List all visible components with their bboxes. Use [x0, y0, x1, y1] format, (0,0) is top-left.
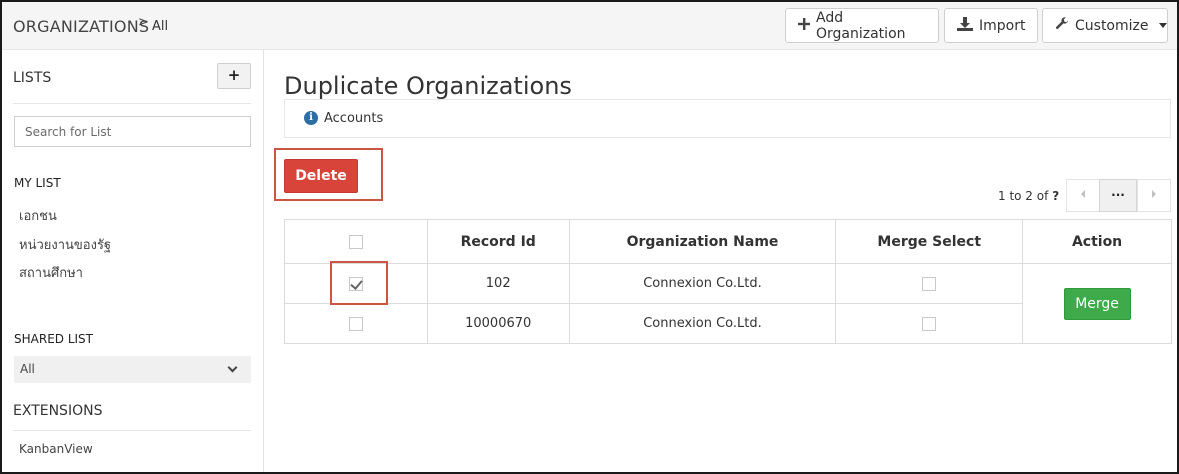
column-header-merge-select: Merge Select — [835, 219, 1024, 264]
column-header-action: Action — [1022, 219, 1172, 264]
delete-button[interactable]: Delete — [284, 159, 358, 193]
merge-button[interactable]: Merge — [1063, 287, 1131, 320]
caret-down-icon — [1158, 23, 1167, 28]
record-id-cell: 102 — [426, 263, 570, 304]
customize-button[interactable]: Customize — [1042, 8, 1168, 43]
duplicates-table: Record Id Organization Name Merge Select… — [284, 219, 1172, 344]
column-header-organization-name[interactable]: Organization Name — [568, 219, 837, 264]
lists-heading: LISTS — [13, 70, 52, 86]
my-list-item[interactable]: สถานศึกษา — [19, 262, 83, 283]
info-bar: i Accounts — [284, 99, 1171, 138]
add-list-button[interactable]: + — [217, 63, 251, 89]
breadcrumb-view: All — [152, 19, 169, 34]
pagination-info: 1 to 2 of ? — [998, 189, 1059, 203]
sidebar: LISTS + MY LIST เอกชน หน่วยงานของรัฐ สถา… — [2, 50, 264, 472]
add-organization-label: Add Organization — [816, 9, 906, 42]
previous-page-button[interactable] — [1066, 179, 1100, 212]
add-organization-button[interactable]: Add Organization — [785, 8, 939, 43]
pagination-of: of — [1036, 189, 1049, 203]
import-label: Import — [979, 17, 1026, 34]
search-list-input[interactable] — [14, 116, 251, 147]
shared-list-heading: SHARED LIST — [14, 332, 93, 346]
chevron-right-icon — [1152, 190, 1156, 198]
table-header-row: Record Id Organization Name Merge Select… — [284, 219, 1172, 264]
download-icon — [957, 16, 973, 35]
merge-select-cell — [835, 263, 1024, 304]
my-list-heading: MY LIST — [14, 176, 61, 190]
select-all-cell — [284, 219, 428, 264]
page-title: Duplicate Organizations — [284, 72, 572, 100]
merge-select-cell — [835, 303, 1024, 344]
breadcrumb-module[interactable]: ORGANIZATIONS — [13, 17, 149, 36]
highlight-box-checkbox — [330, 261, 388, 305]
breadcrumb-separator: > — [138, 15, 149, 30]
column-header-record-id[interactable]: Record Id — [426, 219, 570, 264]
info-icon: i — [304, 111, 318, 125]
app-window: ORGANIZATIONS > All Add Organization Imp… — [0, 0, 1179, 474]
merge-select-checkbox[interactable] — [922, 316, 937, 331]
divider — [13, 430, 251, 431]
organization-name-cell: Connexion Co.Ltd. — [568, 303, 837, 344]
table-row: 102 Connexion Co.Ltd. Merge — [284, 263, 1172, 344]
row-checkbox[interactable] — [348, 316, 363, 331]
merge-select-checkbox[interactable] — [922, 276, 937, 291]
page-jump-button[interactable]: ··· — [1099, 179, 1137, 212]
divider — [13, 103, 251, 104]
action-cell: Merge — [1022, 263, 1172, 344]
pagination-range: 1 to 2 — [998, 189, 1033, 203]
customize-label: Customize — [1075, 17, 1149, 34]
info-label: Accounts — [324, 111, 384, 126]
row-select-cell — [284, 303, 428, 344]
select-all-checkbox[interactable] — [348, 234, 363, 249]
pagination-total[interactable]: ? — [1052, 189, 1059, 203]
my-list-item[interactable]: หน่วยงานของรัฐ — [19, 234, 111, 255]
extensions-heading: EXTENSIONS — [13, 403, 103, 419]
record-id-cell: 10000670 — [426, 303, 570, 344]
organization-name-cell: Connexion Co.Ltd. — [568, 263, 837, 304]
chevron-down-icon — [227, 362, 238, 373]
my-list-item[interactable]: เอกชน — [19, 205, 57, 226]
shared-list-select[interactable]: All — [14, 356, 251, 383]
shared-list-value: All — [20, 362, 35, 376]
next-page-button[interactable] — [1137, 179, 1171, 212]
extension-item-kanbanview[interactable]: KanbanView — [19, 442, 93, 456]
wrench-icon — [1055, 16, 1069, 35]
top-bar: ORGANIZATIONS > All Add Organization Imp… — [2, 2, 1177, 50]
import-button[interactable]: Import — [944, 8, 1038, 43]
plus-icon — [798, 17, 810, 34]
chevron-left-icon — [1081, 190, 1085, 198]
